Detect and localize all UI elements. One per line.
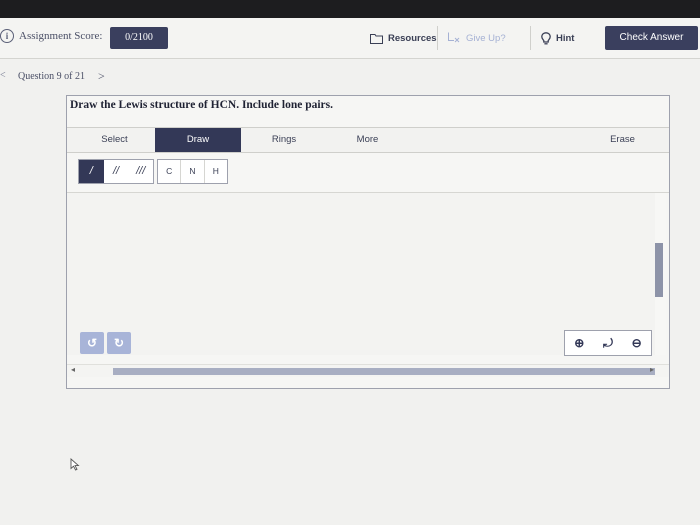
draw-tool-row: / // /// C N H bbox=[67, 152, 669, 193]
question-panel: Draw the Lewis structure of HCN. Include… bbox=[66, 95, 670, 389]
editor-mode-bar: Select Draw Rings More Erase bbox=[67, 127, 669, 153]
browser-viewport: i Assignment Score: 0/2100 Resources Giv… bbox=[0, 18, 700, 525]
mode-select-tab[interactable]: Select bbox=[72, 128, 157, 152]
assignment-score-label: Assignment Score: bbox=[19, 30, 103, 42]
scroll-left-icon[interactable]: ◂ bbox=[71, 365, 75, 374]
assignment-header: i Assignment Score: 0/2100 Resources Giv… bbox=[0, 18, 700, 59]
lightbulb-icon bbox=[541, 31, 551, 44]
mouse-pointer-icon bbox=[70, 458, 80, 471]
check-answer-button[interactable]: Check Answer bbox=[605, 26, 698, 50]
horizontal-scroll-thumb[interactable] bbox=[113, 368, 655, 375]
folder-icon bbox=[370, 33, 383, 44]
question-prompt: Draw the Lewis structure of HCN. Include… bbox=[70, 99, 333, 111]
previous-question-button[interactable]: < bbox=[0, 70, 6, 81]
zoom-controls: ⊕ ⤾ ⊖ bbox=[564, 330, 652, 356]
atom-hydrogen-button[interactable]: H bbox=[205, 160, 227, 183]
give-up-icon bbox=[448, 32, 460, 43]
single-bond-button[interactable]: / bbox=[79, 160, 104, 183]
mode-rings-tab[interactable]: Rings bbox=[249, 128, 319, 152]
atom-tool-group: C N H bbox=[157, 159, 228, 184]
assignment-score-value: 0/2100 bbox=[110, 27, 168, 49]
question-counter[interactable]: Question 9 of 21 bbox=[18, 71, 85, 82]
zoom-in-icon[interactable]: ⊕ bbox=[565, 331, 594, 355]
resources-button[interactable]: Resources bbox=[360, 26, 442, 50]
hint-label: Hint bbox=[556, 32, 575, 44]
mode-more-tab[interactable]: More bbox=[335, 128, 400, 152]
atom-carbon-button[interactable]: C bbox=[158, 160, 182, 183]
give-up-button[interactable]: Give Up? bbox=[437, 26, 528, 50]
redo-button[interactable]: ↻ bbox=[107, 332, 131, 354]
mode-draw-tab[interactable]: Draw bbox=[155, 128, 241, 152]
undo-button[interactable]: ↺ bbox=[80, 332, 104, 354]
triple-bond-button[interactable]: /// bbox=[128, 160, 153, 183]
info-icon[interactable]: i bbox=[0, 29, 14, 43]
reset-zoom-icon[interactable]: ⤾ bbox=[594, 331, 623, 355]
next-question-button[interactable]: > bbox=[98, 69, 105, 84]
zoom-out-icon[interactable]: ⊖ bbox=[622, 331, 651, 355]
give-up-label: Give Up? bbox=[466, 32, 506, 44]
resources-label: Resources bbox=[388, 32, 437, 44]
horizontal-scrollbar[interactable]: ◂ ▸ bbox=[67, 364, 669, 377]
double-bond-button[interactable]: // bbox=[104, 160, 129, 183]
atom-nitrogen-button[interactable]: N bbox=[181, 160, 205, 183]
mode-erase-tab[interactable]: Erase bbox=[590, 128, 655, 152]
undo-redo-group: ↺ ↻ bbox=[80, 332, 134, 354]
scroll-right-icon[interactable]: ▸ bbox=[650, 365, 654, 374]
bond-tool-group: / // /// bbox=[78, 159, 154, 184]
vertical-scroll-thumb[interactable] bbox=[655, 243, 663, 297]
hint-button[interactable]: Hint bbox=[530, 26, 601, 50]
